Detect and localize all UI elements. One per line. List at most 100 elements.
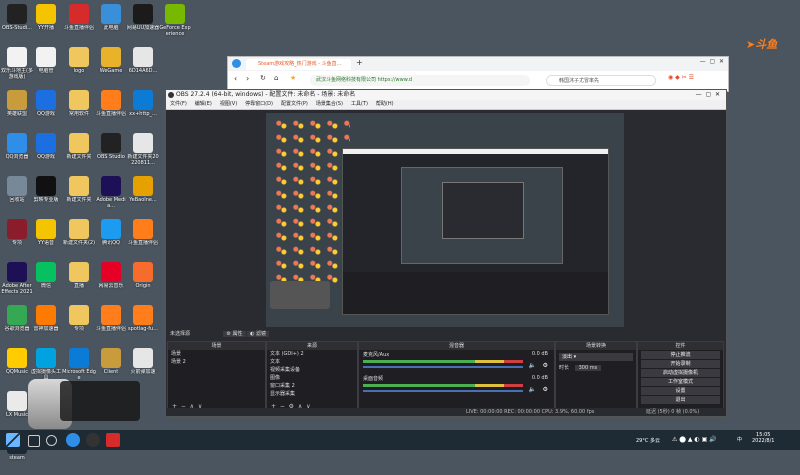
weather[interactable]: 29°C 多云 xyxy=(636,437,660,444)
desktop-shortcut[interactable]: 此电脑 xyxy=(94,4,128,45)
douyu4-icon xyxy=(133,219,153,239)
speaker-icon[interactable]: 🔈 xyxy=(529,362,536,369)
desktop-shortcut[interactable]: Origin xyxy=(126,262,160,303)
duration-input[interactable]: 300 ms xyxy=(574,365,602,371)
new-tab-button[interactable]: + xyxy=(356,58,363,67)
home-icon[interactable]: ⌂ xyxy=(274,74,278,82)
scene-item[interactable]: 场景 2 xyxy=(168,358,265,366)
desktop-shortcut[interactable]: YY语音 xyxy=(29,219,63,260)
qqbrowser-taskbar-icon[interactable] xyxy=(66,433,80,447)
desktop-shortcut-label: logo xyxy=(73,68,85,74)
desktop-shortcut[interactable]: 微信 xyxy=(29,262,63,303)
obs-window[interactable]: OBS 27.2.4 (64-bit, windows) - 配置文件: 未命名… xyxy=(165,89,727,417)
folder-icon xyxy=(69,219,89,239)
windows-start-icon[interactable] xyxy=(6,433,20,447)
desktop-shortcut[interactable]: 6D14A6D... xyxy=(126,47,160,88)
refresh-icon[interactable]: ↻ xyxy=(260,74,266,82)
gear-icon[interactable]: ⚙ xyxy=(543,386,548,393)
desktop-shortcut[interactable]: YY开播 xyxy=(29,4,63,45)
source-toolbar: 未选择源 ⚙ 属性 ◐ 滤镜 xyxy=(170,330,370,339)
desktop-shortcut[interactable]: 腾讯QQ xyxy=(94,219,128,260)
menu-item[interactable]: 停靠窗口(D) xyxy=(245,101,273,107)
desktop-shortcut[interactable]: QQ游戏 xyxy=(29,133,63,174)
menu-item[interactable]: 帮助(H) xyxy=(376,101,394,107)
desktop-shortcut[interactable]: 斗鱼直播伴侣 xyxy=(126,219,160,260)
menu-item[interactable]: 场景集合(S) xyxy=(316,101,343,107)
desktop-shortcut[interactable]: 新建文件夹 xyxy=(62,133,96,174)
search-input[interactable]: 韩国沐子尤冒率先 xyxy=(546,75,656,86)
exit-button[interactable]: 退出 xyxy=(641,396,720,404)
overlay-panel xyxy=(60,381,140,421)
desktop-shortcut[interactable]: YeBaoIne... xyxy=(126,176,160,217)
mixer-track: 桌面音频 0.0 dB 🔈 ⚙ xyxy=(363,375,548,393)
desktop-shortcut[interactable]: 直播 xyxy=(62,262,96,303)
desktop-shortcut[interactable]: 新建文件夹20220811... xyxy=(126,133,160,174)
desktop-shortcut[interactable]: 网易UU加速器 xyxy=(126,4,160,45)
start-recording-button[interactable]: 开始录制 xyxy=(641,360,720,368)
desktop-shortcut[interactable]: QQ游戏 xyxy=(29,90,63,131)
browser-tab[interactable]: Steam游戏攻略_热门游戏 - 斗鱼直... xyxy=(246,59,351,70)
tray-icons[interactable]: ⚠ ⬤ ▲ ◐ ▣ 🔊 xyxy=(672,436,717,443)
browser-window[interactable]: Steam游戏攻略_热门游戏 - 斗鱼直... + — ▢ ✕ ‹ › ↻ ⌂ … xyxy=(227,56,729,92)
desktop-shortcut[interactable]: xx+http_... xyxy=(126,90,160,131)
toolbar-icons: ◉ ◆ ✂ ☰ xyxy=(668,74,694,81)
desktop-shortcut[interactable]: 斗鱼直播伴侣 xyxy=(62,4,96,45)
obs-icon xyxy=(7,4,27,24)
desktop-shortcut[interactable]: 电脑管 xyxy=(29,47,63,88)
desktop-column: YY开播 电脑管 QQ游戏 QQ游戏 剪映专业版 YY语音 微信 雷神加速器 虚拟摄像头工具 xyxy=(29,2,63,432)
settings-button[interactable]: 设置 xyxy=(641,387,720,395)
uu-icon xyxy=(133,4,153,24)
star-icon[interactable]: ★ xyxy=(290,74,296,82)
desktop-shortcut[interactable]: 剪映专业版 xyxy=(29,176,63,217)
stop-stream-button[interactable]: 停止推流 xyxy=(641,351,720,359)
desktop-shortcut[interactable]: 专项 xyxy=(62,305,96,346)
desktop-shortcut[interactable]: 新建文件夹(2) xyxy=(62,219,96,260)
virtual-camera-button[interactable]: 启动虚拟摄像机 xyxy=(641,369,720,377)
obs-preview[interactable] xyxy=(266,113,624,327)
source-item[interactable]: 显示器采集 xyxy=(267,390,357,398)
menu-item[interactable]: 配置文件(P) xyxy=(281,101,308,107)
volume-slider[interactable] xyxy=(363,390,523,392)
speaker-icon[interactable]: 🔈 xyxy=(529,386,536,393)
obs-taskbar-icon[interactable] xyxy=(86,433,100,447)
properties-button[interactable]: ⚙ 属性 xyxy=(223,331,246,337)
transition-select[interactable]: 淡出 ▾ xyxy=(559,353,633,361)
source-item[interactable]: 视频采集设备 xyxy=(267,366,357,374)
desktop-shortcut[interactable]: WeGame xyxy=(94,47,128,88)
desktop-shortcut[interactable]: Adobe Media... xyxy=(94,176,128,217)
desktop-shortcut-label: 新建文件夹(2) xyxy=(62,240,96,246)
source-item[interactable]: 文本 (GDI+) 2 xyxy=(267,350,357,358)
desktop-shortcut-label: YY开播 xyxy=(37,25,55,31)
desktop-shortcut[interactable]: 网易云音乐 xyxy=(94,262,128,303)
desktop-shortcut[interactable]: 常用软件 xyxy=(62,90,96,131)
desktop-shortcut-label: steam xyxy=(9,455,25,461)
desktop-shortcut[interactable]: spotlag-fu... xyxy=(126,305,160,346)
source-item[interactable]: 图像 xyxy=(267,374,357,382)
gear-icon[interactable]: ⚙ xyxy=(543,362,548,369)
clock[interactable]: 15:05 2022/8/1 xyxy=(752,432,774,444)
menu-item[interactable]: 编辑(E) xyxy=(195,101,212,107)
desktop-shortcut[interactable]: 斗鱼直播伴侣 xyxy=(94,305,128,346)
douyu-taskbar-icon[interactable] xyxy=(106,433,120,447)
menu-item[interactable]: 视图(V) xyxy=(220,101,237,107)
menu-item[interactable]: 文件(F) xyxy=(170,101,187,107)
source-item[interactable]: 窗口采集 2 xyxy=(267,382,357,390)
desktop-shortcut[interactable]: OBS Studio xyxy=(94,133,128,174)
menu-item[interactable]: 工具(T) xyxy=(351,101,368,107)
desktop-shortcut[interactable]: 雷神加速器 xyxy=(29,305,63,346)
desktop-shortcut[interactable]: 斗鱼直播伴侣 xyxy=(94,90,128,131)
scene-item[interactable]: 场景 xyxy=(168,350,265,358)
volume-slider[interactable] xyxy=(363,366,523,368)
search-icon[interactable] xyxy=(46,435,57,446)
desktop-shortcut[interactable]: 新建文件夹 xyxy=(62,176,96,217)
desktop-shortcut[interactable]: GeForce Experience xyxy=(158,4,192,45)
forward-icon[interactable]: › xyxy=(246,74,249,83)
desktop-shortcut[interactable]: logo xyxy=(62,47,96,88)
back-icon[interactable]: ‹ xyxy=(234,74,237,83)
ime-indicator[interactable]: 中 xyxy=(737,436,742,443)
studio-mode-button[interactable]: 工作室模式 xyxy=(641,378,720,386)
source-item[interactable]: 文本 xyxy=(267,358,357,366)
url-field[interactable]: 武汉斗鱼网络科技有限公司 https://www.d xyxy=(310,75,530,86)
task-view-icon[interactable] xyxy=(28,435,40,447)
filters-button[interactable]: ◐ 滤镜 xyxy=(247,331,270,337)
